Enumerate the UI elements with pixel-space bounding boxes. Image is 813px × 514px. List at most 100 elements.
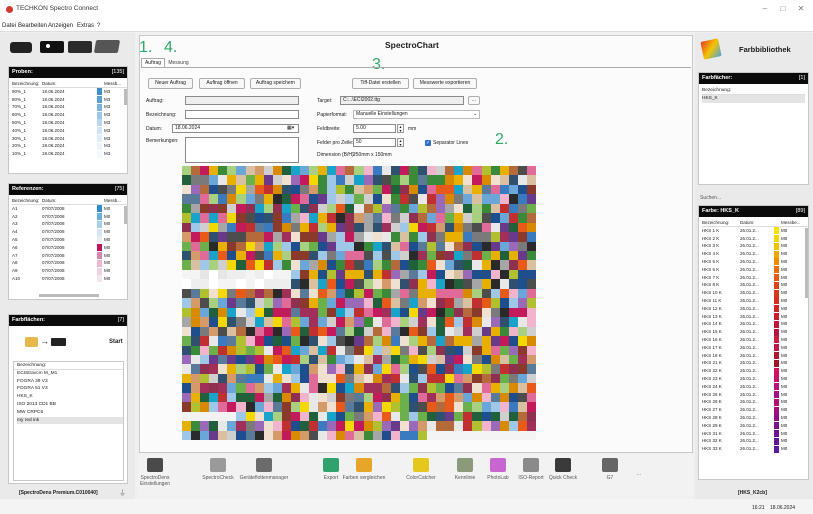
- device-icon-3[interactable]: [68, 41, 92, 53]
- list-item[interactable]: FOGRA 51 V3: [17, 385, 123, 393]
- bemerkungen-field[interactable]: [185, 137, 299, 163]
- papierformat-select[interactable]: Manuelle Einstellungen: [353, 110, 480, 119]
- col-datum[interactable]: Datum:: [42, 197, 57, 205]
- device-icon-1[interactable]: [10, 42, 32, 53]
- farbfaecher-item[interactable]: HKS_K: [702, 94, 805, 103]
- datum-field[interactable]: 18.06.2024: [172, 124, 299, 133]
- table-row[interactable]: 10%_1 18.06.2024 M3: [12, 150, 127, 158]
- chevron-down-icon[interactable]: ⌄: [473, 111, 477, 117]
- table-row[interactable]: HKS 23 K 26.01.2... M0: [702, 375, 808, 383]
- menu-bearbeiten[interactable]: Bearbeiten: [18, 23, 47, 29]
- minimize-icon[interactable]: –: [758, 4, 772, 16]
- table-row[interactable]: A4 07/07/2008 M0: [12, 228, 127, 236]
- table-row[interactable]: HKS 25 K 26.01.2... M0: [702, 391, 808, 399]
- menu-extras[interactable]: Extras: [77, 23, 94, 29]
- table-row[interactable]: A3 07/07/2008 M0: [12, 220, 127, 228]
- col-datum[interactable]: Datum:: [740, 219, 755, 227]
- target-field[interactable]: C:...\ECI2002.ttg: [340, 96, 464, 105]
- table-row[interactable]: HKS 32 K 26.01.2... M0: [702, 437, 808, 445]
- toolbar-button-0[interactable]: SpectroDens Einstellungen: [125, 458, 185, 487]
- table-row[interactable]: HKS 15 K 26.01.2... M0: [702, 328, 808, 336]
- search-input[interactable]: Suchen...: [700, 195, 721, 201]
- table-row[interactable]: HKS 5 K 26.01.2... M0: [702, 258, 808, 266]
- start-button[interactable]: Start: [109, 339, 123, 345]
- table-row[interactable]: HKS 24 K 26.01.2... M0: [702, 383, 808, 391]
- list-item[interactable]: ECIStravcm M_M1: [17, 370, 123, 378]
- table-row[interactable]: A9 07/07/2008 M0: [12, 267, 127, 275]
- col-messbed[interactable]: Messbe...: [781, 219, 801, 227]
- device-icon-2[interactable]: [40, 41, 64, 53]
- menu-datei[interactable]: Datei: [2, 23, 16, 29]
- table-row[interactable]: HKS 11 K 26.01.2... M0: [702, 297, 808, 305]
- table-row[interactable]: A8 07/07/2008 M0: [12, 259, 127, 267]
- table-row[interactable]: HKS 33 K 26.01.2... M0: [702, 445, 808, 453]
- table-row[interactable]: HKS 12 K 26.01.2... M0: [702, 305, 808, 313]
- open-order-button[interactable]: Auftrag öffnen: [199, 78, 245, 89]
- table-row[interactable]: 90%_1 18.06.2024 M3: [12, 88, 127, 96]
- bezeichnung-field[interactable]: [185, 110, 299, 119]
- table-row[interactable]: HKS 16 K 26.01.2... M0: [702, 336, 808, 344]
- list-item[interactable]: HKS_K: [17, 393, 123, 401]
- table-row[interactable]: HKS 28 K 26.01.2... M0: [702, 414, 808, 422]
- felder-stepper[interactable]: ▴ ▾: [397, 138, 404, 147]
- table-row[interactable]: HKS 21 K 26.01.2... M0: [702, 359, 808, 367]
- col-bezeichnung[interactable]: Bezeichnung:: [702, 219, 729, 227]
- table-row[interactable]: 50%_1 18.06.2024 M3: [12, 119, 127, 127]
- list-item[interactable]: FOGRA 39 V3: [17, 378, 123, 386]
- col-messbed[interactable]: Messb...: [104, 80, 121, 88]
- table-row[interactable]: HKS 4 K 26.01.2... M0: [702, 250, 808, 258]
- table-row[interactable]: HKS 17 K 26.01.2... M0: [702, 344, 808, 352]
- menu-anzeigen[interactable]: Anzeigen: [48, 23, 73, 29]
- table-row[interactable]: A7 07/07/2008 M0: [12, 252, 127, 260]
- table-row[interactable]: HKS 8 K 26.01.2... M0: [702, 281, 808, 289]
- table-row[interactable]: HKS 29 K 26.01.2... M0: [702, 422, 808, 430]
- table-row[interactable]: HKS 18 K 26.01.2... M0: [702, 352, 808, 360]
- toolbar-button-4[interactable]: Farben vergleichen: [334, 458, 394, 481]
- table-row[interactable]: A1 07/07/2008 M0: [12, 205, 127, 213]
- table-row[interactable]: HKS 27 K 26.01.2... M0: [702, 406, 808, 414]
- list-item[interactable]: ISO 2013 CD1 BB: [17, 401, 123, 409]
- export-measurements-button[interactable]: Messwerte exportieren: [413, 78, 477, 89]
- table-row[interactable]: A5 07/07/2008 M0: [12, 236, 127, 244]
- table-row[interactable]: 40%_1 18.06.2024 M3: [12, 127, 127, 135]
- referenzen-hscrollbar[interactable]: [39, 294, 99, 297]
- table-row[interactable]: HKS 6 K 26.01.2... M0: [702, 266, 808, 274]
- table-row[interactable]: HKS 22 K 26.01.2... M0: [702, 367, 808, 375]
- feldbreite-stepper[interactable]: ▴ ▾: [397, 124, 404, 133]
- col-bezeichnung[interactable]: Bezeichnung:: [12, 80, 39, 88]
- table-row[interactable]: HKS 7 K 26.01.2... M0: [702, 274, 808, 282]
- table-row[interactable]: HKS 14 K 26.01.2... M0: [702, 320, 808, 328]
- felder-field[interactable]: 50: [353, 138, 396, 147]
- new-order-button[interactable]: Neuer Auftrag: [148, 78, 193, 89]
- calendar-icon[interactable]: ▦▾: [287, 125, 297, 132]
- col-messbed[interactable]: Messb...: [104, 197, 121, 205]
- table-row[interactable]: 60%_1 18.06.2024 M3: [12, 111, 127, 119]
- table-row[interactable]: 30%_1 18.06.2024 M3: [12, 135, 127, 143]
- table-row[interactable]: HKS 3 K 26.01.2... M0: [702, 242, 808, 250]
- auftrag-field[interactable]: [185, 96, 299, 105]
- menu-help[interactable]: ?: [97, 23, 100, 29]
- table-row[interactable]: 80%_1 18.06.2024 M3: [12, 96, 127, 104]
- separator-checkbox[interactable]: ✓: [425, 140, 431, 146]
- table-row[interactable]: 70%_1 18.06.2024 M3: [12, 103, 127, 111]
- create-tiff-button[interactable]: Tiff-Datei erstellen: [352, 78, 409, 89]
- farbe-scrollbar[interactable]: [805, 228, 808, 298]
- col-bezeichnung[interactable]: Bezeichnung:: [12, 197, 39, 205]
- table-row[interactable]: HKS 31 K 26.01.2... M0: [702, 430, 808, 438]
- device-icon-4[interactable]: [93, 40, 121, 53]
- browse-button[interactable]: ...: [468, 96, 480, 105]
- table-row[interactable]: 20%_1 18.06.2024 M3: [12, 142, 127, 150]
- toolbar-button-2[interactable]: Geräteflottenmanager: [234, 458, 294, 481]
- table-row[interactable]: HKS 10 K 26.01.2... M0: [702, 289, 808, 297]
- proben-scrollbar[interactable]: [124, 89, 127, 105]
- col-datum[interactable]: Datum:: [42, 80, 57, 88]
- maximize-icon[interactable]: □: [776, 4, 790, 16]
- table-row[interactable]: A6 07/07/2008 M0: [12, 244, 127, 252]
- save-order-button[interactable]: Auftrag speichern: [250, 78, 301, 89]
- table-row[interactable]: HKS 1 K 26.01.2... M0: [702, 227, 808, 235]
- table-row[interactable]: HKS 2 K 26.01.2... M0: [702, 235, 808, 243]
- feldbreite-field[interactable]: 5.00: [353, 124, 396, 133]
- close-icon[interactable]: ✕: [794, 4, 808, 16]
- list-item[interactable]: MW CRPC6: [17, 409, 123, 417]
- table-row[interactable]: A10 07/07/2008 M0: [12, 275, 127, 283]
